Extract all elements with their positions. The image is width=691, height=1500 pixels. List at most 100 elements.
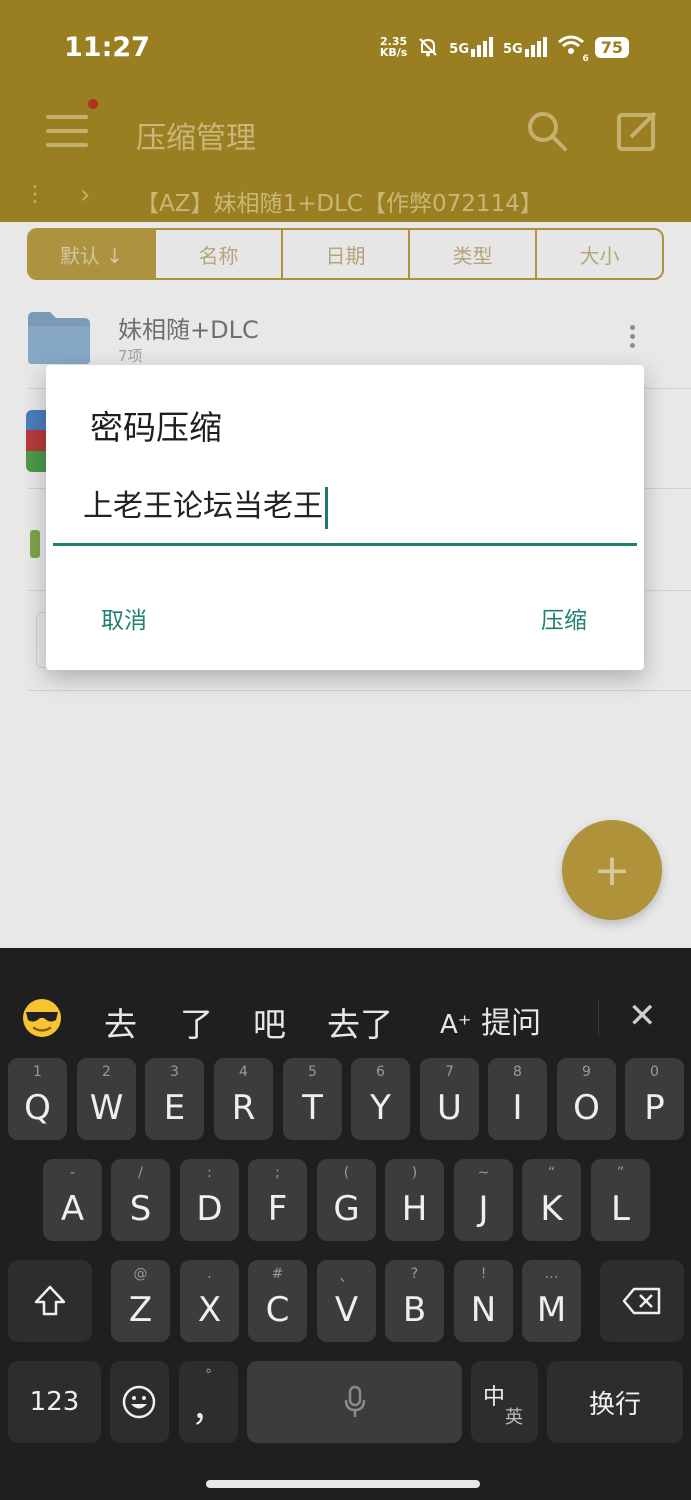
sort-tab-date[interactable]: 日期 — [281, 230, 408, 278]
emoji-sunglasses-icon[interactable] — [20, 998, 64, 1038]
compress-button[interactable]: 压缩 — [541, 601, 587, 635]
key-label: G — [333, 1189, 360, 1229]
password-input[interactable]: 上老王论坛当老王 — [83, 481, 328, 529]
key-label: D — [196, 1189, 223, 1229]
close-icon[interactable]: ✕ — [628, 996, 657, 1036]
key-v[interactable]: 、 V — [317, 1260, 376, 1342]
chevron-right-icon: › — [80, 180, 91, 210]
path-more-icon[interactable]: ⋮ — [24, 182, 46, 207]
sort-tab-default[interactable]: 默认 ↓ — [29, 230, 154, 278]
sort-tab-name[interactable]: 名称 — [154, 230, 281, 278]
key-hint: 3 — [170, 1064, 179, 1080]
sort-tab-type[interactable]: 类型 — [408, 230, 535, 278]
shift-key[interactable] — [8, 1260, 92, 1342]
key-k[interactable]: “K — [522, 1159, 581, 1241]
key-h[interactable]: ) H — [385, 1159, 444, 1241]
key-label: N — [470, 1290, 497, 1330]
numbers-key[interactable]: 123 — [8, 1361, 101, 1443]
key-q[interactable]: 1Q — [8, 1058, 67, 1140]
key-label: R — [231, 1088, 256, 1128]
key-n[interactable]: ! N — [454, 1260, 513, 1342]
shift-icon — [34, 1285, 66, 1316]
candidate-word[interactable]: 去了 — [327, 998, 393, 1046]
key-label: X — [197, 1290, 222, 1330]
key-d[interactable]: :D — [180, 1159, 239, 1241]
key-label: V — [334, 1290, 359, 1330]
candidate-word[interactable]: 了 — [180, 998, 213, 1046]
key-i[interactable]: 8I — [488, 1058, 547, 1140]
text-cursor — [325, 486, 328, 529]
key-t[interactable]: 5T — [283, 1058, 342, 1140]
key-label: P — [644, 1088, 665, 1128]
key-label: C — [265, 1290, 290, 1330]
key-p[interactable]: 0P — [625, 1058, 684, 1140]
input-underline — [53, 543, 637, 546]
dialog-title: 密码压缩 — [90, 408, 222, 447]
key-hint: ” — [616, 1165, 625, 1181]
sort-tab-size[interactable]: 大小 — [535, 230, 662, 278]
key-s[interactable]: / S — [111, 1159, 170, 1241]
sort-tabs: 默认 ↓ 名称 日期 类型 大小 — [27, 228, 664, 280]
enter-key-label: 换行 — [588, 1389, 641, 1420]
punctuation-key[interactable]: °， — [179, 1361, 238, 1443]
candidate-word[interactable]: 去 — [104, 998, 137, 1046]
key-hint: : — [207, 1165, 212, 1181]
key-label: K — [540, 1189, 563, 1229]
search-icon[interactable] — [525, 109, 569, 153]
language-switch-key[interactable]: 中 英 — [471, 1361, 538, 1443]
key-hint: ( — [343, 1165, 350, 1181]
key-hint: 7 — [445, 1064, 454, 1080]
key-hint: / — [138, 1165, 143, 1181]
key-hint: 0 — [650, 1064, 659, 1080]
key-e[interactable]: 3E — [145, 1058, 204, 1140]
breadcrumb-folder[interactable]: 【AZ】妹相随1+DLC【作弊072114】 — [136, 184, 543, 218]
key-label: ， — [191, 1390, 226, 1430]
home-indicator[interactable] — [206, 1480, 480, 1488]
list-item-name[interactable]: 妹相随+DLC — [118, 310, 259, 345]
password-input-value: 上老王论坛当老王 — [83, 489, 323, 524]
key-label: U — [437, 1088, 462, 1128]
key-a[interactable]: -A — [43, 1159, 102, 1241]
list-item-meta: 7项 — [118, 347, 143, 365]
ai-ask-button[interactable]: A⁺ 提问 — [440, 998, 541, 1042]
key-label: F — [267, 1189, 288, 1229]
add-button[interactable]: + — [562, 820, 662, 920]
space-key[interactable] — [247, 1361, 462, 1443]
cancel-button[interactable]: 取消 — [101, 601, 147, 635]
key-f[interactable]: ; F — [248, 1159, 307, 1241]
battery-indicator: 75 — [594, 36, 629, 58]
key-z[interactable]: @ Z — [111, 1260, 170, 1342]
key-l[interactable]: ” L — [591, 1159, 650, 1241]
key-label: Q — [24, 1088, 51, 1128]
key-label: E — [163, 1088, 186, 1128]
candidate-word[interactable]: 吧 — [253, 998, 286, 1046]
key-hint: . — [207, 1266, 212, 1282]
key-r[interactable]: 4R — [214, 1058, 273, 1140]
key-label: Y — [370, 1088, 391, 1128]
key-j[interactable]: ~ J — [454, 1159, 513, 1241]
key-x[interactable]: .X — [180, 1260, 239, 1342]
file-icon — [30, 530, 40, 558]
more-vert-icon[interactable] — [630, 325, 636, 355]
backspace-key[interactable] — [600, 1260, 684, 1342]
enter-key[interactable]: 换行 — [547, 1361, 683, 1443]
menu-icon[interactable] — [46, 111, 90, 151]
key-hint: ; — [275, 1165, 280, 1181]
key-hint: 8 — [513, 1064, 522, 1080]
edit-icon[interactable] — [615, 109, 659, 153]
password-compress-dialog: 密码压缩 上老王论坛当老王 取消 压缩 — [46, 365, 644, 670]
key-o[interactable]: 9O — [557, 1058, 616, 1140]
key-y[interactable]: 6Y — [351, 1058, 410, 1140]
key-b[interactable]: ? B — [385, 1260, 444, 1342]
key-m[interactable]: … M — [522, 1260, 581, 1342]
key-w[interactable]: 2W — [77, 1058, 136, 1140]
emoji-key[interactable] — [110, 1361, 169, 1443]
ai-icon: A⁺ — [440, 1010, 472, 1040]
key-c[interactable]: # C — [248, 1260, 307, 1342]
key-g[interactable]: (G — [317, 1159, 376, 1241]
key-label: Z — [128, 1290, 153, 1330]
key-u[interactable]: 7U — [420, 1058, 479, 1140]
key-hint: 、 — [339, 1269, 354, 1285]
status-bar: 11:27 2.35 KB/s 5G 5G 6 75 — [0, 0, 691, 95]
signal-1: 5G — [449, 37, 494, 57]
